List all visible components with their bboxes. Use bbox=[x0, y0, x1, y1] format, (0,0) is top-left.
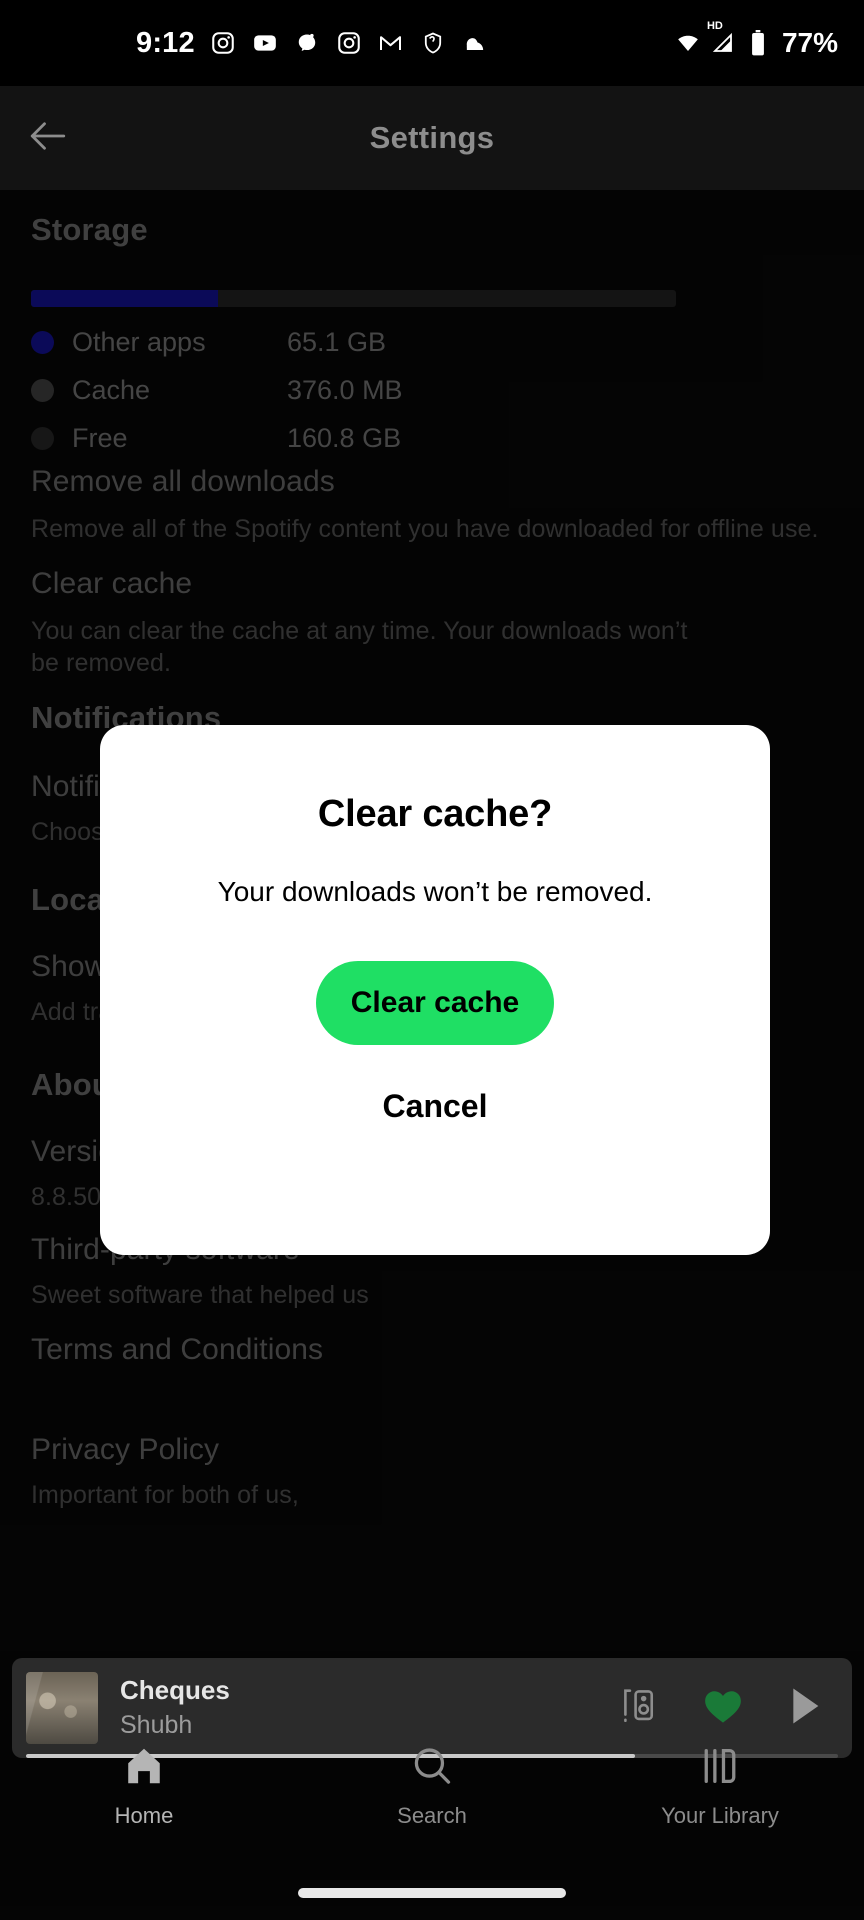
page-title: Settings bbox=[369, 120, 495, 155]
now-playing-actions bbox=[618, 1685, 838, 1732]
nav-label: Your Library bbox=[661, 1803, 779, 1828]
nav-label: Search bbox=[397, 1803, 467, 1828]
status-bar-left: 9:12 bbox=[26, 27, 674, 60]
gmail-icon bbox=[377, 29, 405, 57]
heart-icon[interactable] bbox=[702, 1686, 744, 1731]
cloud-icon bbox=[461, 29, 489, 57]
arrow-left-icon bbox=[27, 118, 69, 159]
nav-item-search[interactable]: Search bbox=[332, 1744, 532, 1829]
instagram-icon bbox=[335, 29, 363, 57]
bottom-navigation: Home Search Your Library bbox=[0, 1736, 864, 1856]
search-icon bbox=[409, 1744, 455, 1793]
status-bar-clock: 9:12 bbox=[136, 26, 195, 59]
cellular-signal-icon: HD bbox=[707, 20, 737, 57]
dialog-title: Clear cache? bbox=[317, 793, 553, 835]
battery-percent-label: 77% bbox=[781, 27, 838, 58]
home-indicator bbox=[298, 1888, 566, 1898]
home-icon bbox=[121, 1744, 167, 1793]
youtube-icon bbox=[251, 29, 279, 57]
devices-icon[interactable] bbox=[618, 1685, 658, 1732]
hd-label: HD bbox=[706, 20, 723, 32]
spotify-icon bbox=[293, 29, 321, 57]
library-icon bbox=[697, 1744, 743, 1793]
dialog-body-text: Your downloads won’t be removed. bbox=[217, 876, 653, 907]
cancel-button[interactable]: Cancel bbox=[383, 1088, 488, 1125]
nav-item-your-library[interactable]: Your Library bbox=[620, 1744, 820, 1829]
nav-item-home[interactable]: Home bbox=[44, 1744, 244, 1829]
back-button[interactable] bbox=[0, 118, 96, 159]
track-title: Cheques bbox=[120, 1674, 230, 1705]
status-bar: 9:12 HD 77% bbox=[0, 0, 864, 86]
clear-cache-confirm-button[interactable]: Clear cache bbox=[316, 961, 554, 1045]
battery-icon bbox=[744, 29, 772, 57]
clear-cache-dialog: Clear cache? Your downloads won’t be rem… bbox=[100, 725, 770, 1255]
phone-screen: 9:12 HD 77% Settings Clear cache? Your d… bbox=[0, 0, 864, 1920]
nav-label: Home bbox=[114, 1803, 174, 1828]
status-bar-right: HD 77% bbox=[674, 20, 838, 59]
shield-icon bbox=[419, 29, 447, 57]
instagram-icon bbox=[209, 29, 237, 57]
wifi-icon bbox=[674, 29, 702, 57]
now-playing-meta: Cheques Shubh bbox=[120, 1675, 618, 1742]
album-art bbox=[26, 1672, 98, 1744]
play-icon[interactable] bbox=[788, 1686, 822, 1731]
app-bar: Settings bbox=[0, 86, 864, 190]
